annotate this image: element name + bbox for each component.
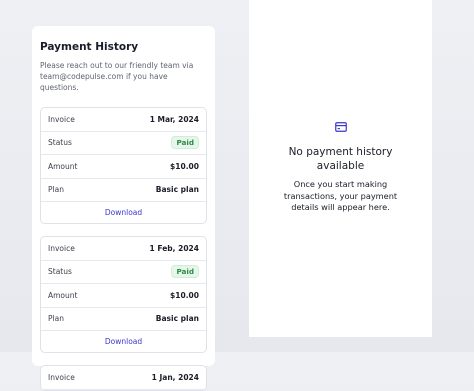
plan-row: Plan Basic plan — [41, 308, 206, 331]
invoice-label: Invoice — [48, 372, 75, 382]
amount-row: Amount $10.00 — [41, 155, 206, 179]
empty-state-description: Once you start making transactions, your… — [283, 179, 398, 212]
amount-value: $10.00 — [170, 161, 199, 171]
plan-value: Basic plan — [155, 314, 199, 324]
payment-history-panel: Payment History Please reach out to our … — [32, 26, 215, 391]
panel-title: Payment History — [40, 41, 139, 53]
plan-value: Basic plan — [155, 185, 199, 195]
plan-label: Plan — [48, 185, 64, 195]
invoice-card: Invoice 1 Mar, 2024 Status Paid Amount $… — [40, 107, 207, 224]
invoice-row: Invoice 1 Jan, 2024 — [41, 366, 206, 390]
invoice-card: Invoice 1 Feb, 2024 Status Paid Amount $… — [40, 236, 207, 353]
invoice-date: 1 Feb, 2024 — [149, 243, 199, 253]
invoice-date: 1 Mar, 2024 — [149, 114, 199, 124]
status-badge: Paid — [171, 265, 199, 279]
amount-label: Amount — [48, 290, 78, 300]
invoice-label: Invoice — [48, 243, 75, 253]
amount-row: Amount $10.00 — [41, 284, 206, 308]
empty-state-panel: No payment history available Once you st… — [249, 0, 432, 337]
plan-row: Plan Basic plan — [41, 179, 206, 202]
invoice-label: Invoice — [48, 114, 75, 124]
amount-value: $10.00 — [170, 290, 199, 300]
invoice-date: 1 Jan, 2024 — [151, 372, 199, 382]
status-label: Status — [48, 138, 72, 148]
status-row: Status Paid — [41, 132, 206, 155]
invoice-row: Invoice 1 Feb, 2024 — [41, 237, 206, 261]
panel-description: Please reach out to our friendly team vi… — [40, 61, 194, 92]
download-button[interactable]: Download — [41, 202, 206, 223]
status-row: Status Paid — [41, 261, 206, 284]
plan-label: Plan — [48, 314, 64, 324]
invoice-card: Invoice 1 Jan, 2024 — [40, 365, 207, 391]
status-label: Status — [48, 267, 72, 277]
credit-card-icon — [334, 122, 347, 132]
download-button[interactable]: Download — [41, 331, 206, 352]
amount-label: Amount — [48, 161, 78, 171]
invoice-row: Invoice 1 Mar, 2024 — [41, 108, 206, 132]
empty-state-title: No payment history available — [288, 146, 393, 172]
status-badge: Paid — [171, 136, 199, 150]
empty-state: No payment history available Once you st… — [249, 122, 432, 214]
